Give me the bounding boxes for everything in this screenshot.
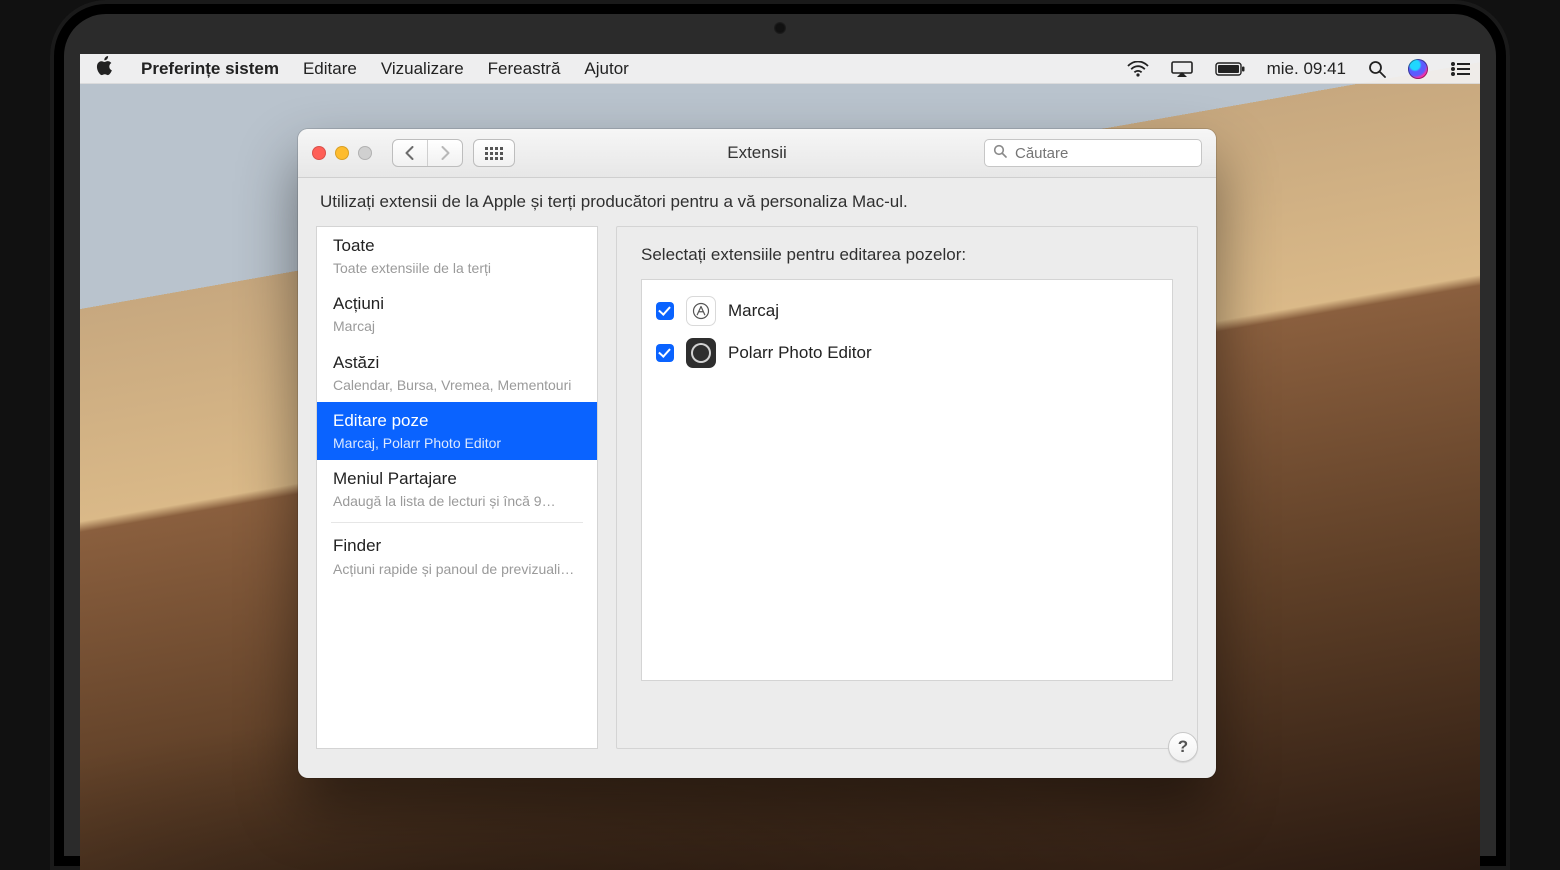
window-traffic-lights [312,146,372,160]
sidebar-item-title: Meniul Partajare [333,468,583,490]
forward-button[interactable] [427,140,462,166]
search-icon [993,144,1007,162]
battery-icon[interactable] [1215,62,1245,76]
extensions-category-sidebar: Toate Toate extensiile de la terți Acțiuni… [316,226,598,749]
sidebar-item-subtitle: Acțiuni rapide și panoul de previzuali… [333,560,583,578]
window-minimize-button[interactable] [335,146,349,160]
search-input[interactable] [1013,144,1216,163]
window-close-button[interactable] [312,146,326,160]
menu-item[interactable]: Vizualizare [381,59,464,79]
laptop-bezel: Preferințe sistem Editare Vizualizare Fe… [50,0,1510,870]
sidebar-item-title: Finder [333,535,583,557]
sidebar-item[interactable]: Finder Acțiuni rapide și panoul de previz… [317,527,597,585]
desktop-screen: Preferințe sistem Editare Vizualizare Fe… [80,54,1480,870]
sidebar-item[interactable]: Acțiuni Marcaj [317,285,597,343]
photo-editing-extensions-list: Marcaj Polarr Photo Editor [641,279,1173,681]
extension-row: Polarr Photo Editor [656,332,1158,374]
menu-item[interactable]: Editare [303,59,357,79]
sidebar-item-subtitle: Toate extensiile de la terți [333,259,583,277]
menu-item[interactable]: Fereastră [488,59,561,79]
sidebar-item[interactable]: Toate Toate extensiile de la terți [317,227,597,285]
notification-center-icon[interactable] [1450,62,1470,76]
toolbar-show-all-button[interactable] [473,139,515,167]
polarr-icon [686,338,716,368]
window-zoom-button[interactable] [358,146,372,160]
sidebar-separator [331,522,583,523]
sidebar-item-subtitle: Marcaj [333,317,583,335]
extension-checkbox[interactable] [656,302,674,320]
sidebar-item-title: Acțiuni [333,293,583,315]
back-button[interactable] [393,140,427,166]
apple-menu-icon[interactable] [96,56,113,82]
toolbar-nav-buttons [392,139,463,167]
extension-name: Polarr Photo Editor [728,343,872,363]
detail-heading: Selectați extensiile pentru editarea poz… [641,245,1173,265]
sidebar-item[interactable]: Meniul Partajare Adaugă la lista de lectu… [317,460,597,518]
laptop-camera [774,22,786,34]
macos-menu-bar: Preferințe sistem Editare Vizualizare Fe… [80,54,1480,84]
sidebar-item[interactable]: Astăzi Calendar, Bursa, Vremea, Mementour… [317,344,597,402]
extension-checkbox[interactable] [656,344,674,362]
help-button[interactable]: ? [1168,732,1198,762]
sidebar-item-subtitle: Calendar, Bursa, Vremea, Mementouri [333,376,583,394]
menu-item[interactable]: Ajutor [584,59,628,79]
sidebar-item-title: Toate [333,235,583,257]
extensions-detail-panel: Selectați extensiile pentru editarea poz… [616,226,1198,749]
spotlight-icon[interactable] [1368,60,1386,78]
airplay-icon[interactable] [1171,61,1193,77]
markup-icon [686,296,716,326]
sidebar-item-subtitle: Adaugă la lista de lecturi și încă 9… [333,492,583,510]
siri-icon[interactable] [1408,59,1428,79]
menu-bar-status: mie. 09:41 [1127,59,1470,79]
window-titlebar: Extensii [298,129,1216,178]
sidebar-item-title: Astăzi [333,352,583,374]
toolbar-search-field[interactable] [984,139,1202,167]
wifi-icon[interactable] [1127,61,1149,77]
extension-row: Marcaj [656,290,1158,332]
extension-name: Marcaj [728,301,779,321]
sidebar-item-title: Editare poze [333,410,583,432]
sidebar-item[interactable]: Editare poze Marcaj, Polarr Photo Editor [317,402,597,460]
pane-description: Utilizați extensii de la Apple și terți … [298,178,1216,226]
sidebar-item-subtitle: Marcaj, Polarr Photo Editor [333,434,583,452]
grid-icon [474,140,514,166]
menu-app-name[interactable]: Preferințe sistem [141,59,279,79]
system-preferences-window: Extensii Utilizați extensii de la Apple … [298,129,1216,778]
menu-bar-clock[interactable]: mie. 09:41 [1267,59,1346,79]
